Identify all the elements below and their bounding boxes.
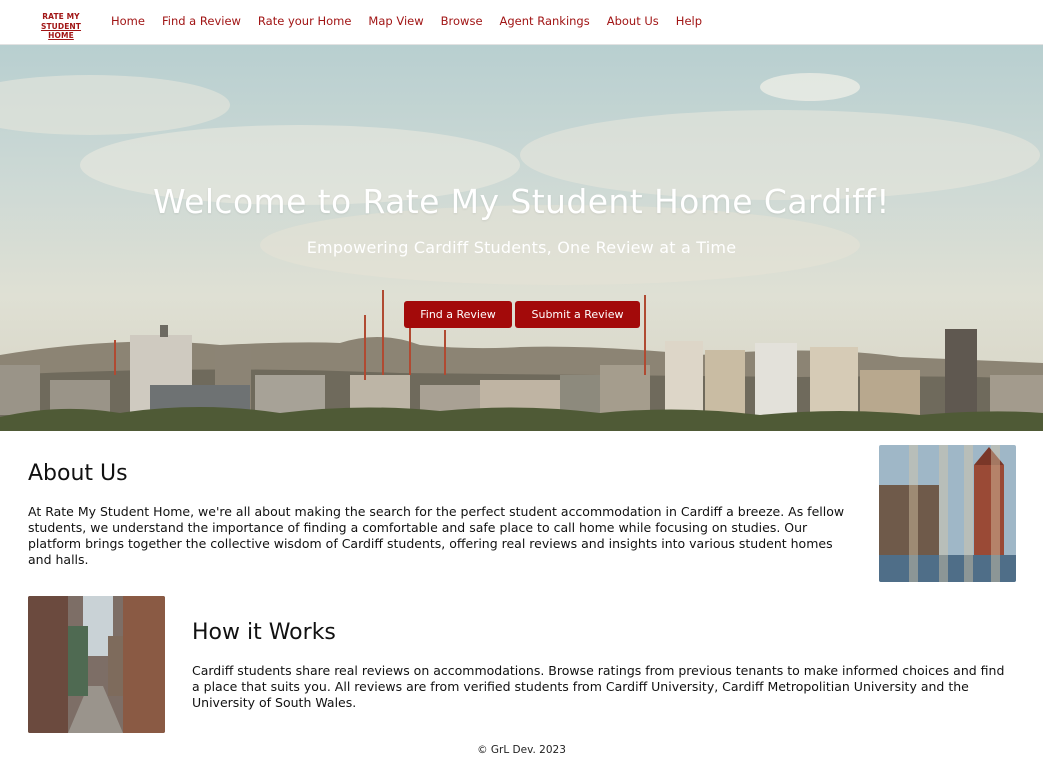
site-logo[interactable]: RATE MY STUDENT HOME: [28, 12, 94, 40]
nav-about-us[interactable]: About Us: [607, 14, 659, 28]
nav-map-view[interactable]: Map View: [368, 14, 423, 28]
main-nav: Home Find a Review Rate your Home Map Vi…: [111, 14, 719, 28]
nav-find-a-review[interactable]: Find a Review: [162, 14, 241, 28]
nav-browse[interactable]: Browse: [441, 14, 483, 28]
about-text: At Rate My Student Home, we're all about…: [28, 504, 845, 567]
cardiff-alley-image: [28, 596, 165, 733]
submit-review-button[interactable]: Submit a Review: [515, 301, 640, 328]
hero-title: Welcome to Rate My Student Home Cardiff!: [153, 182, 890, 221]
find-review-button[interactable]: Find a Review: [404, 301, 512, 328]
how-it-works-text: Cardiff students share real reviews on a…: [192, 663, 1005, 710]
nav-help[interactable]: Help: [676, 14, 702, 28]
hero-banner: Welcome to Rate My Student Home Cardiff!…: [0, 45, 1043, 431]
logo-line-1: RATE MY: [42, 12, 80, 21]
navbar: RATE MY STUDENT HOME Home Find a Review …: [0, 0, 1043, 45]
hero-subtitle: Empowering Cardiff Students, One Review …: [306, 238, 737, 257]
how-it-works-title: How it Works: [192, 620, 336, 645]
nav-agent-rankings[interactable]: Agent Rankings: [500, 14, 590, 28]
pierhead-building-image: [879, 445, 1016, 582]
nav-home[interactable]: Home: [111, 14, 145, 28]
nav-rate-your-home[interactable]: Rate your Home: [258, 14, 352, 28]
logo-line-2: STUDENT HOME: [40, 22, 82, 40]
footer-copyright: © GrL Dev. 2023: [477, 744, 566, 756]
about-title: About Us: [28, 461, 128, 486]
